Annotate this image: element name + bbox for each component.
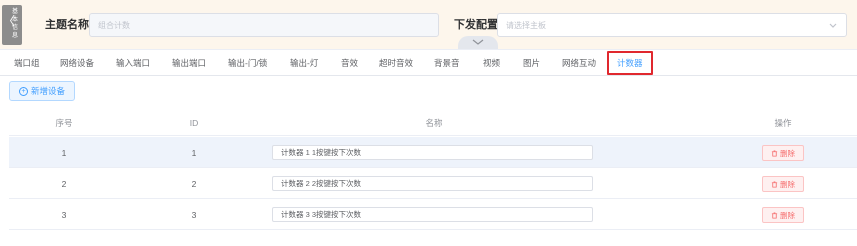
column-header-action: 操作 <box>774 118 792 128</box>
tab-label: 网络互动 <box>562 58 597 68</box>
add-device-label: 新增设备 <box>30 86 65 96</box>
delete-label: 删除 <box>780 179 795 189</box>
tab-label: 音效 <box>341 58 359 68</box>
column-header-name: 名称 <box>425 118 443 128</box>
tab-label: 输出-门/锁 <box>228 58 268 68</box>
counter-name-input[interactable]: 计数器 1 1按键按下次数 <box>272 145 593 160</box>
table-header: 序号 ID 名称 操作 <box>9 110 857 136</box>
table-row: 1 1 计数器 1 1按键按下次数 删除 <box>9 137 857 168</box>
board-select-placeholder: 请选择主板 <box>506 20 546 30</box>
row-index: 1 <box>61 147 67 158</box>
tab-label: 视频 <box>483 58 501 68</box>
column-header-index: 序号 <box>55 118 73 128</box>
row-id: 1 <box>191 147 197 158</box>
theme-name-placeholder: 组合计数 <box>98 20 130 30</box>
add-device-button[interactable]: + 新增设备 <box>9 81 75 101</box>
tab-network-interaction[interactable]: 网络互动 <box>562 50 596 76</box>
theme-name-label: 主题名称 <box>45 19 89 31</box>
row-id: 3 <box>191 209 197 220</box>
counter-name-value: 计数器 1 1按键按下次数 <box>281 148 362 157</box>
delete-label: 删除 <box>780 148 795 158</box>
basic-info-side-tab[interactable]: 〈 基本信息 <box>2 5 22 45</box>
chevron-down-icon <box>472 39 484 45</box>
row-index: 3 <box>61 209 67 220</box>
tab-video[interactable]: 视频 <box>483 50 500 76</box>
delete-button[interactable]: 删除 <box>762 176 804 192</box>
counter-name-input[interactable]: 计数器 3 3按键按下次数 <box>272 207 593 222</box>
trash-icon <box>771 149 778 157</box>
board-select[interactable]: 请选择主板 <box>497 13 847 37</box>
tab-label: 输出端口 <box>172 58 207 68</box>
table-row: 3 3 计数器 3 3按键按下次数 删除 <box>9 199 857 230</box>
tab-sound-effect[interactable]: 音效 <box>341 50 358 76</box>
tab-output-port[interactable]: 输出端口 <box>172 50 206 76</box>
tab-output-light[interactable]: 输出-灯 <box>290 50 318 76</box>
tab-label: 图片 <box>523 58 541 68</box>
delete-label: 删除 <box>780 210 795 220</box>
column-header-id: ID <box>189 118 199 128</box>
tab-timeout-sound[interactable]: 超时音效 <box>379 50 413 76</box>
tab-label: 输出-灯 <box>290 58 319 68</box>
tab-label: 计数器 <box>607 51 653 75</box>
counter-name-value: 计数器 3 3按键按下次数 <box>281 210 362 219</box>
tab-network-device[interactable]: 网络设备 <box>60 50 94 76</box>
row-index: 2 <box>61 178 67 189</box>
tab-label: 背景音 <box>434 58 460 68</box>
tab-image[interactable]: 图片 <box>523 50 540 76</box>
tab-label: 输入端口 <box>116 58 151 68</box>
config-header: 〈 基本信息 主题名称 组合计数 下发配置 请选择主板 <box>0 0 857 50</box>
counter-name-input[interactable]: 计数器 2 2按键按下次数 <box>272 176 593 191</box>
counter-name-value: 计数器 2 2按键按下次数 <box>281 179 362 188</box>
delete-button[interactable]: 删除 <box>762 207 804 223</box>
tab-bar: 端口组 网络设备 输入端口 输出端口 输出-门/锁 输出-灯 音效 超时音效 背… <box>0 50 857 76</box>
tab-port-group[interactable]: 端口组 <box>14 50 40 76</box>
tab-input-port[interactable]: 输入端口 <box>116 50 150 76</box>
side-tab-label: 基本信息 <box>11 9 18 39</box>
delete-button[interactable]: 删除 <box>762 145 804 161</box>
tab-background-music[interactable]: 背景音 <box>434 50 460 76</box>
config-label: 下发配置 <box>454 19 498 31</box>
tab-label: 网络设备 <box>60 58 95 68</box>
row-id: 2 <box>191 178 197 189</box>
trash-icon <box>771 180 778 188</box>
plus-circle-icon: + <box>18 86 28 96</box>
tab-label: 端口组 <box>14 58 40 68</box>
collapse-toggle[interactable] <box>458 36 498 49</box>
chevron-down-icon <box>829 23 837 28</box>
tab-counter[interactable]: 计数器 <box>607 50 653 76</box>
trash-icon <box>771 211 778 219</box>
tab-output-door-lock[interactable]: 输出-门/锁 <box>228 50 267 76</box>
tab-label: 超时音效 <box>379 58 414 68</box>
theme-name-input[interactable]: 组合计数 <box>89 13 439 37</box>
table-row: 2 2 计数器 2 2按键按下次数 删除 <box>9 168 857 199</box>
